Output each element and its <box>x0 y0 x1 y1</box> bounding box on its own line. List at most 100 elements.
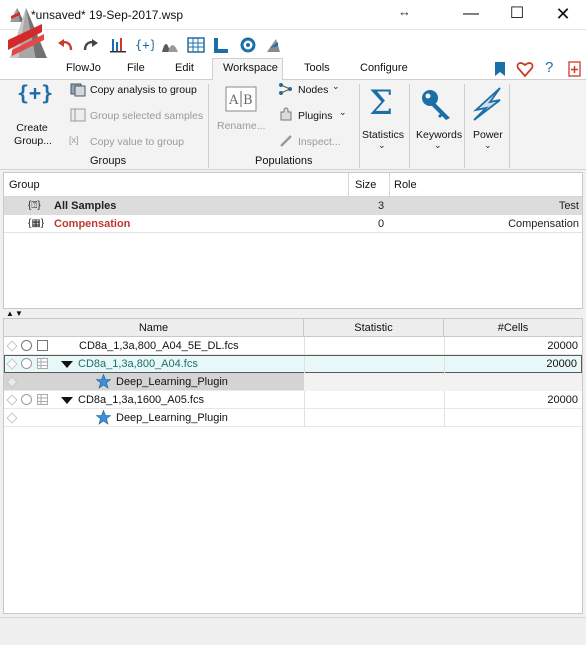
group-size: 3 <box>378 200 385 212</box>
status-bar <box>0 617 586 645</box>
plugin-star-icon <box>96 410 111 425</box>
quick-access-toolbar: {+} <box>0 30 586 58</box>
plot-icon[interactable] <box>264 36 284 54</box>
populations-section-label: Populations <box>255 155 313 167</box>
svg-text:A: A <box>228 93 239 108</box>
help-icon[interactable]: ? <box>545 59 553 76</box>
cell-divider <box>304 409 305 427</box>
sample-diamond-icon <box>6 358 18 370</box>
power-lightning-icon[interactable] <box>470 86 506 122</box>
ribbon-separator <box>464 84 465 168</box>
close-button[interactable]: ✕ <box>540 0 586 30</box>
heart-icon[interactable] <box>516 60 534 78</box>
group-row-all-samples[interactable]: {⍰} All Samples 3 Test <box>4 197 582 215</box>
layout-editor-icon[interactable] <box>108 36 128 54</box>
sample-row[interactable]: CD8a_1,3a,800_A04_5E_DL.fcs 20000 <box>4 337 582 355</box>
menu-configure[interactable]: Configure <box>360 62 408 74</box>
sample-radio-icon[interactable] <box>21 358 32 369</box>
group-name: All Samples <box>54 200 117 212</box>
sample-table-header: Name Statistic #Cells <box>4 319 582 337</box>
redo-icon[interactable] <box>80 36 100 54</box>
menu-edit[interactable]: Edit <box>175 62 194 74</box>
title-bar: *unsaved* 19-Sep-2017.wsp ↔ — ☐ ✕ <box>0 0 586 30</box>
power-chevron-icon[interactable]: ⌄ <box>484 140 492 151</box>
statistics-sigma-icon[interactable]: Σ <box>369 83 393 123</box>
plugin-node-row[interactable]: Deep_Learning_Plugin <box>4 409 582 427</box>
sample-name: CD8a_1,3a,1600_A05.fcs <box>78 394 204 406</box>
group-column-header[interactable]: Group <box>9 179 40 191</box>
nodes-chevron-icon[interactable]: ⌄ <box>332 81 340 92</box>
groups-section-label: Groups <box>90 155 127 167</box>
bookmark-icon[interactable] <box>491 60 509 78</box>
cell-divider <box>444 409 445 427</box>
sample-checkbox[interactable] <box>37 340 48 351</box>
group-name: Compensation <box>54 218 131 230</box>
cell-divider <box>444 391 445 409</box>
new-document-icon[interactable] <box>566 60 584 78</box>
collapse-up-icon[interactable]: ▲ <box>6 309 14 318</box>
inspect-icon <box>280 135 292 147</box>
size-column-header[interactable]: Size <box>355 179 376 191</box>
sample-grid-icon <box>37 394 48 405</box>
ribbon-separator <box>409 84 410 168</box>
create-group-icon[interactable]: {+} <box>17 81 53 105</box>
role-column-header[interactable]: Role <box>394 179 417 191</box>
menu-tools[interactable]: Tools <box>304 62 330 74</box>
plugin-star-icon <box>96 374 111 389</box>
statistics-chevron-icon[interactable]: ⌄ <box>378 140 386 151</box>
expand-triangle-icon[interactable] <box>61 361 73 368</box>
svg-text:B: B <box>243 93 253 108</box>
group-table: Group Size Role {⍰} All Samples 3 Test {… <box>3 172 583 309</box>
group-table-header: Group Size Role <box>4 173 582 197</box>
name-column-header[interactable]: Name <box>4 319 304 337</box>
statistic-column-header[interactable]: Statistic <box>304 319 444 337</box>
sample-radio-icon[interactable] <box>21 340 32 351</box>
plugin-node-row[interactable]: Deep_Learning_Plugin <box>4 373 582 391</box>
menu-workspace[interactable]: Workspace <box>223 62 278 74</box>
plugins-dropdown[interactable]: Plugins <box>298 110 332 122</box>
menu-file[interactable]: File <box>127 62 145 74</box>
group-size: 0 <box>378 218 385 230</box>
expand-triangle-icon[interactable] <box>61 397 73 404</box>
rename-button[interactable]: Rename... <box>217 120 265 132</box>
copy-analysis-to-group-button[interactable]: Copy analysis to group <box>90 84 197 96</box>
sync-icon[interactable] <box>238 36 258 54</box>
sample-name: CD8a_1,3a,800_A04.fcs <box>78 358 198 370</box>
equation-editor-icon[interactable]: {+} <box>134 36 154 54</box>
group-row-compensation[interactable]: {▦} Compensation 0 Compensation <box>4 215 582 233</box>
group-role: Compensation <box>508 218 579 230</box>
all-samples-group-icon: {⍰} <box>28 200 41 211</box>
sample-row[interactable]: CD8a_1,3a,1600_A05.fcs 20000 <box>4 391 582 409</box>
copy-value-to-group-button[interactable]: Copy value to group <box>90 136 184 148</box>
inspect-button[interactable]: Inspect... <box>298 136 341 148</box>
sample-diamond-icon <box>6 340 18 352</box>
pane-splitter[interactable]: ▲ ▼ <box>3 309 583 318</box>
undo-icon[interactable] <box>56 36 76 54</box>
group-selected-icon <box>70 108 86 122</box>
sample-row-selected[interactable]: CD8a_1,3a,800_A04.fcs 20000 <box>4 355 582 374</box>
keywords-key-icon[interactable] <box>420 88 454 122</box>
keywords-chevron-icon[interactable]: ⌄ <box>434 140 442 151</box>
collapse-down-icon[interactable]: ▼ <box>15 309 23 318</box>
node-diamond-icon <box>6 412 18 424</box>
sample-cell-count: 20000 <box>547 394 578 406</box>
maximize-button[interactable]: ☐ <box>494 0 540 30</box>
ribbon-separator <box>359 84 360 168</box>
resize-arrow-icon[interactable]: ↔ <box>398 4 411 19</box>
workspace-ribbon: {+} Create Group... Copy analysis to gro… <box>0 80 586 170</box>
menu-flowjo[interactable]: FlowJo <box>66 62 101 74</box>
table-editor-icon[interactable] <box>186 36 206 54</box>
sample-radio-icon[interactable] <box>21 394 32 405</box>
overlay-histogram-icon[interactable] <box>160 36 180 54</box>
create-group-label[interactable]: Create <box>12 122 52 134</box>
nodes-dropdown[interactable]: Nodes <box>298 84 328 96</box>
copy-value-icon: [x] <box>69 135 79 145</box>
sample-diamond-icon <box>6 394 18 406</box>
plugins-chevron-icon[interactable]: ⌄ <box>339 107 347 118</box>
create-group-label-2[interactable]: Group... <box>10 135 56 147</box>
cells-column-header[interactable]: #Cells <box>444 319 582 337</box>
layout-l-icon[interactable] <box>212 36 232 54</box>
nodes-icon <box>279 83 292 95</box>
minimize-button[interactable]: — <box>448 0 494 30</box>
group-selected-samples-button[interactable]: Group selected samples <box>90 110 203 122</box>
